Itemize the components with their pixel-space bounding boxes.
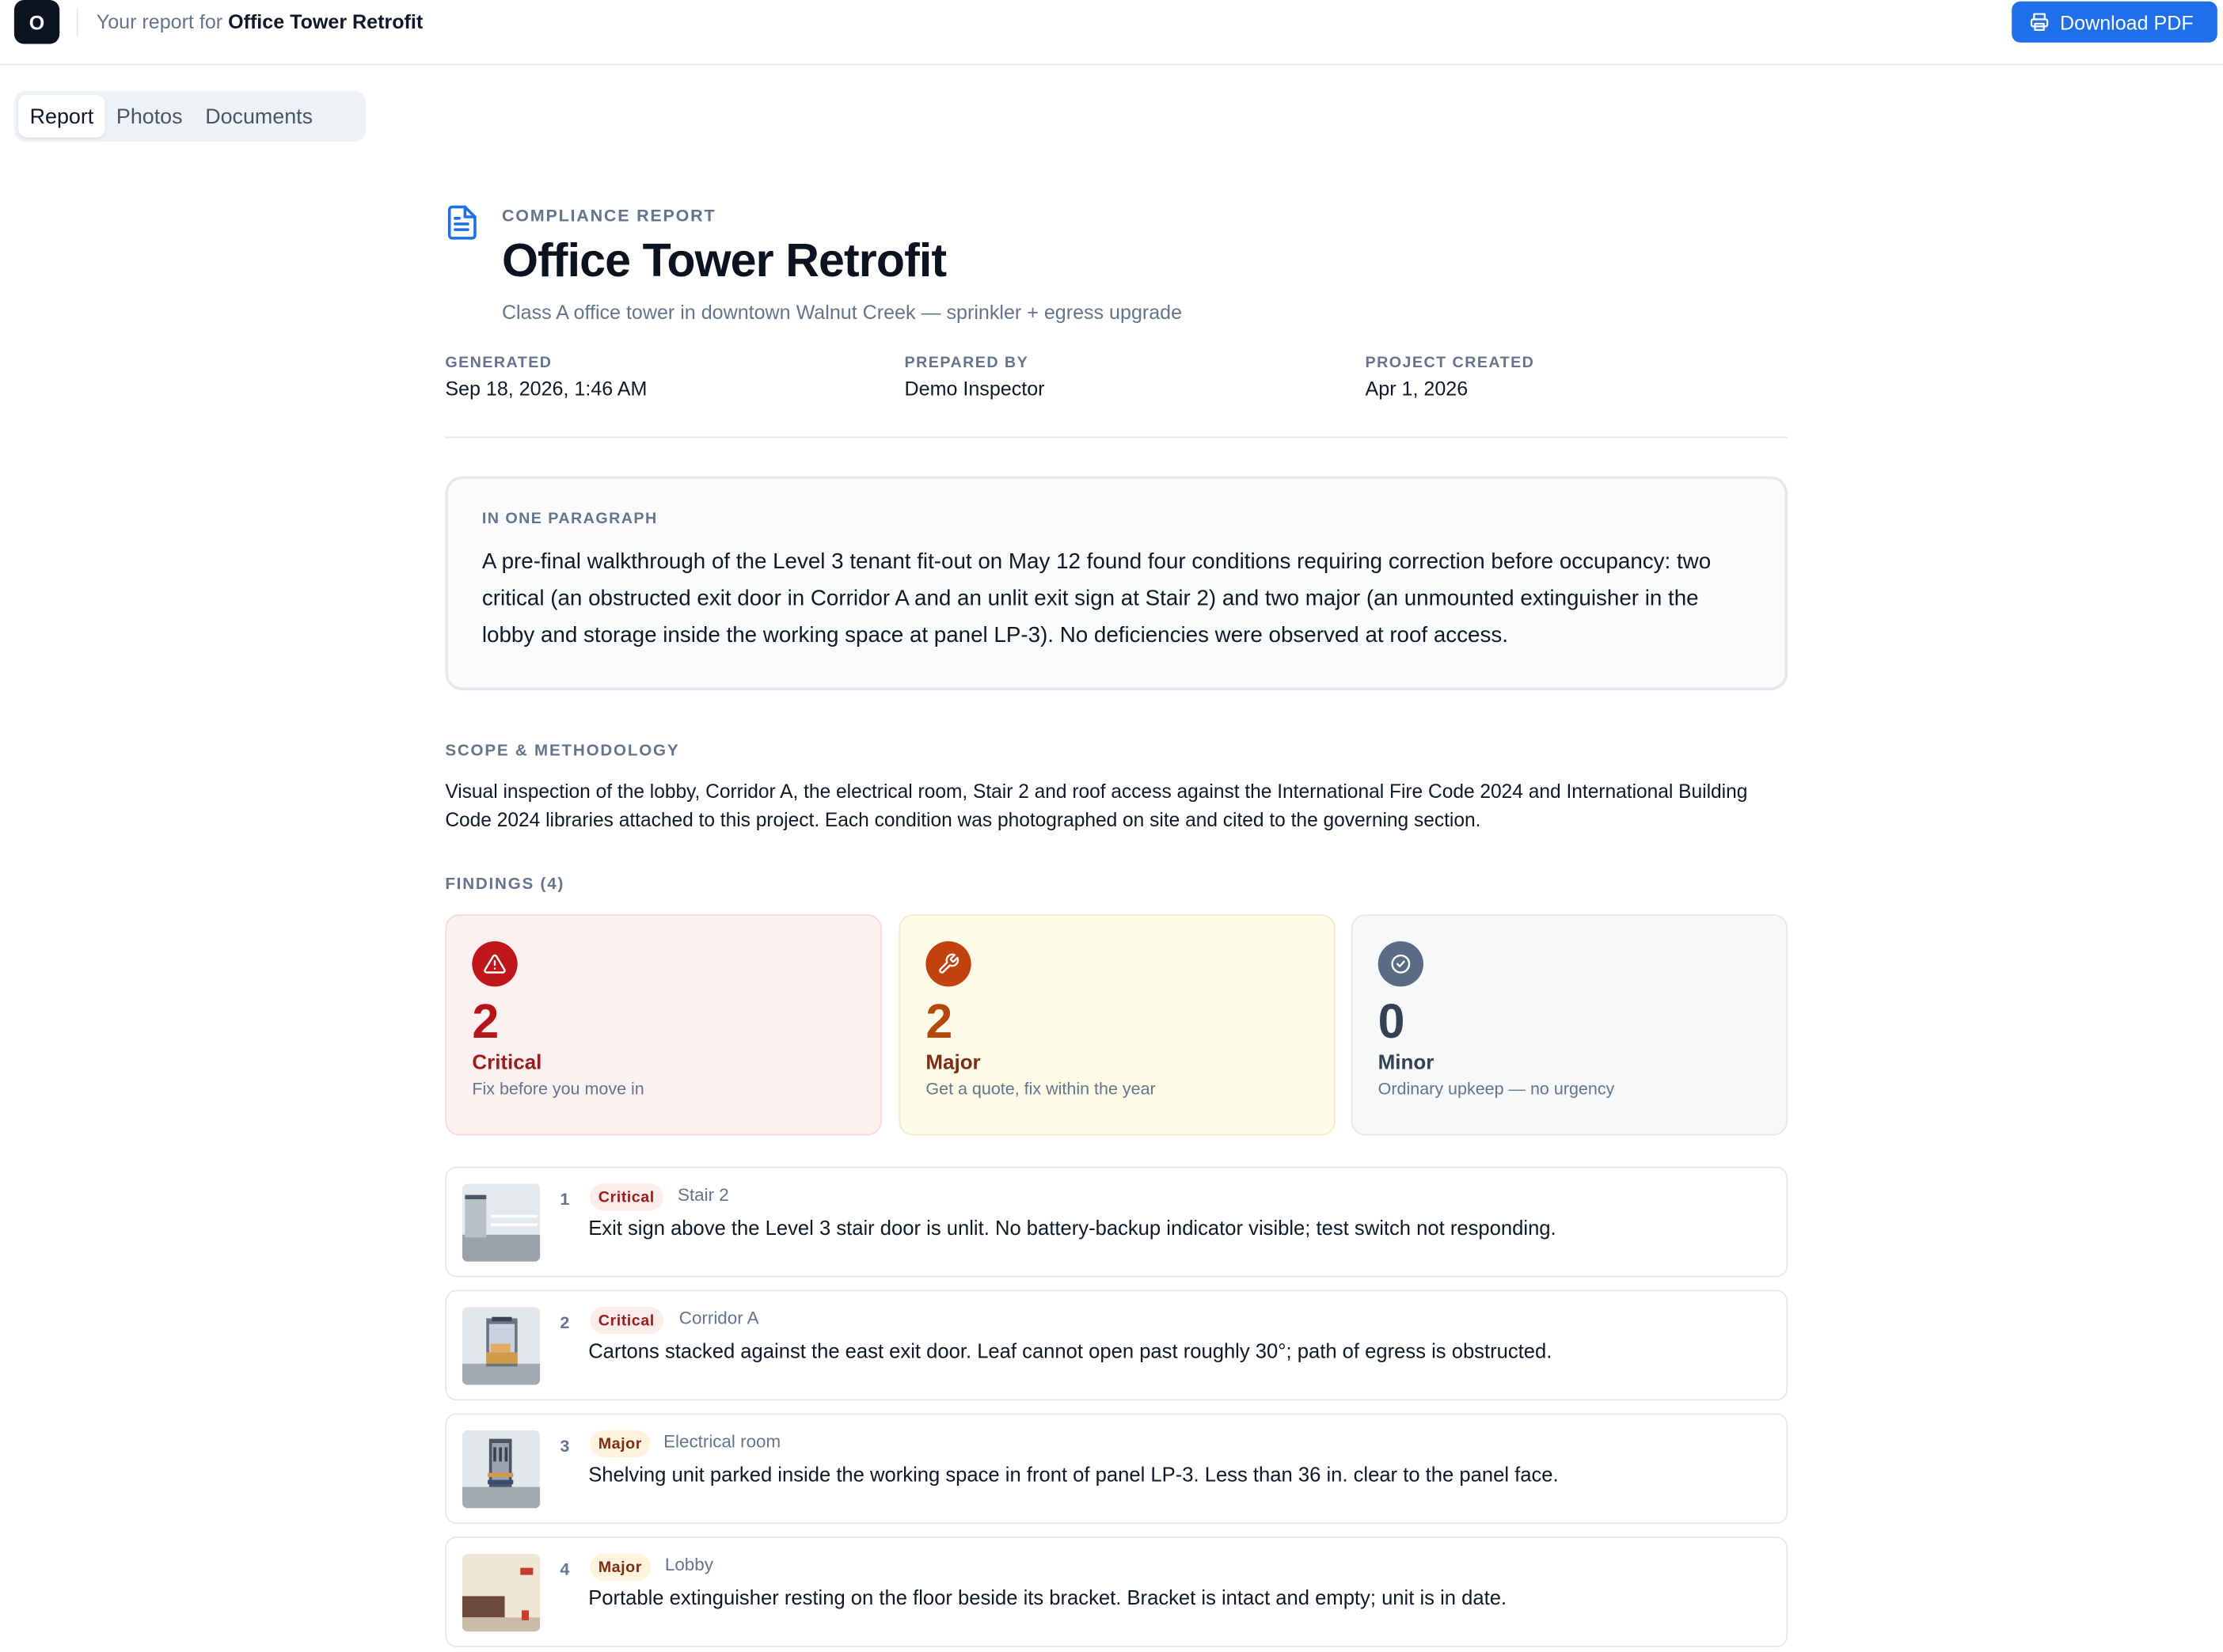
finding-description: Shelving unit parked inside the working … — [588, 1464, 1559, 1487]
finding-location: Stair 2 — [678, 1185, 729, 1206]
finding-number: 3 — [560, 1436, 570, 1456]
meta-generated-value: Sep 18, 2026, 1:46 AM — [445, 377, 648, 401]
report-type-label: COMPLIANCE REPORT — [501, 205, 716, 226]
finding-number: 4 — [560, 1559, 570, 1579]
warning-triangle-icon — [484, 954, 506, 974]
major-count: 2 — [925, 995, 953, 1050]
meta-divider — [445, 436, 1788, 439]
severity-badge: Major — [589, 1553, 651, 1581]
meta-project-created-value: Apr 1, 2026 — [1365, 377, 1469, 401]
meta-generated: GENERATED Sep 18, 2026, 1:46 AM — [445, 355, 647, 400]
finding-number: 2 — [560, 1312, 570, 1333]
finding-photo-thumbnail[interactable] — [462, 1307, 541, 1385]
wrench-icon — [939, 953, 960, 974]
finding-description: Portable extinguisher resting on the flo… — [588, 1587, 1507, 1611]
stair-photo-image — [462, 1183, 541, 1262]
download-pdf-label: Download PDF — [2060, 10, 2194, 34]
download-pdf-button[interactable]: Download PDF — [2012, 1, 2217, 43]
page-subtitle: Class A office tower in downtown Walnut … — [501, 300, 1183, 324]
severity-badge: Critical — [589, 1307, 663, 1335]
meta-prepared-by-label: PREPARED BY — [904, 354, 1029, 372]
finding-row[interactable]: 2 Critical Corridor A Cartons stacked ag… — [445, 1289, 1788, 1401]
breadcrumb-prefix: Your report for — [96, 9, 223, 33]
meta-project-created: PROJECT CREATED Apr 1, 2026 — [1366, 355, 1535, 400]
finding-photo-thumbnail[interactable] — [462, 1183, 541, 1262]
severity-card-critical: 2 Critical Fix before you move in — [445, 914, 882, 1136]
severity-badge: Critical — [589, 1183, 663, 1211]
finding-number: 1 — [560, 1189, 570, 1210]
scope-text: Visual inspection of the lobby, Corridor… — [445, 780, 1748, 831]
meta-prepared-by: PREPARED BY Demo Inspector — [905, 355, 1045, 400]
page-title: Office Tower Retrofit — [501, 234, 947, 287]
finding-row[interactable]: 3 Major Electrical room Shelving unit pa… — [445, 1413, 1788, 1525]
app-logo[interactable]: O — [13, 0, 60, 44]
summary-card: IN ONE PARAGRAPH A pre-final walkthrough… — [445, 476, 1788, 691]
severity-card-minor: 0 Minor Ordinary upkeep — no urgency — [1351, 914, 1788, 1136]
minor-count: 0 — [1378, 995, 1405, 1050]
report-page: O Your report for Office Tower Retrofit … — [0, 0, 2223, 1651]
finding-location: Corridor A — [678, 1308, 759, 1328]
tab-photos[interactable]: Photos — [105, 95, 194, 138]
summary-text: A pre-final walkthrough of the Level 3 t… — [481, 549, 1712, 648]
check-circle-icon — [1391, 954, 1411, 974]
finding-photo-thumbnail[interactable] — [462, 1430, 541, 1509]
critical-label: Critical — [472, 1051, 542, 1075]
finding-row[interactable]: 4 Major Lobby Portable extinguisher rest… — [445, 1536, 1788, 1647]
finding-row[interactable]: 1 Critical Stair 2 Exit sign above the L… — [445, 1166, 1788, 1278]
severity-minor-badge — [1378, 941, 1423, 987]
scope-heading: SCOPE & METHODOLOGY — [445, 742, 680, 760]
critical-count: 2 — [472, 995, 500, 1050]
severity-badge: Major — [589, 1430, 651, 1457]
header-divider — [76, 8, 78, 37]
severity-major-badge — [925, 941, 971, 987]
top-bar: O Your report for Office Tower Retrofit … — [0, 0, 2223, 66]
tab-documents[interactable]: Documents — [194, 95, 325, 138]
minor-label: Minor — [1378, 1051, 1434, 1075]
meta-prepared-by-value: Demo Inspector — [904, 377, 1045, 401]
finding-description: Exit sign above the Level 3 stair door i… — [588, 1217, 1556, 1240]
view-tabs: Report Photos Documents — [13, 90, 367, 142]
finding-photo-thumbnail[interactable] — [462, 1553, 541, 1632]
findings-heading: FINDINGS (4) — [445, 875, 565, 894]
corridor-photo-image — [462, 1307, 541, 1385]
tab-report[interactable]: Report — [18, 94, 105, 138]
electrical-room-photo-image — [462, 1430, 541, 1509]
lobby-photo-image — [462, 1553, 541, 1632]
breadcrumb: Your report for Office Tower Retrofit — [97, 9, 423, 34]
meta-generated-label: GENERATED — [445, 354, 553, 372]
document-icon — [447, 205, 477, 240]
major-description: Get a quote, fix within the year — [925, 1078, 1156, 1099]
severity-card-major: 2 Major Get a quote, fix within the year — [899, 914, 1336, 1136]
major-label: Major — [925, 1051, 981, 1075]
summary-label: IN ONE PARAGRAPH — [481, 510, 658, 528]
severity-critical-badge — [472, 941, 518, 987]
finding-description: Cartons stacked against the east exit do… — [588, 1341, 1552, 1364]
finding-location: Lobby — [664, 1555, 713, 1575]
breadcrumb-project: Office Tower Retrofit — [228, 9, 424, 33]
minor-description: Ordinary upkeep — no urgency — [1378, 1078, 1615, 1099]
finding-location: Electrical room — [663, 1431, 781, 1452]
critical-description: Fix before you move in — [472, 1078, 644, 1099]
meta-project-created-label: PROJECT CREATED — [1365, 354, 1535, 372]
printer-icon — [2030, 13, 2049, 31]
